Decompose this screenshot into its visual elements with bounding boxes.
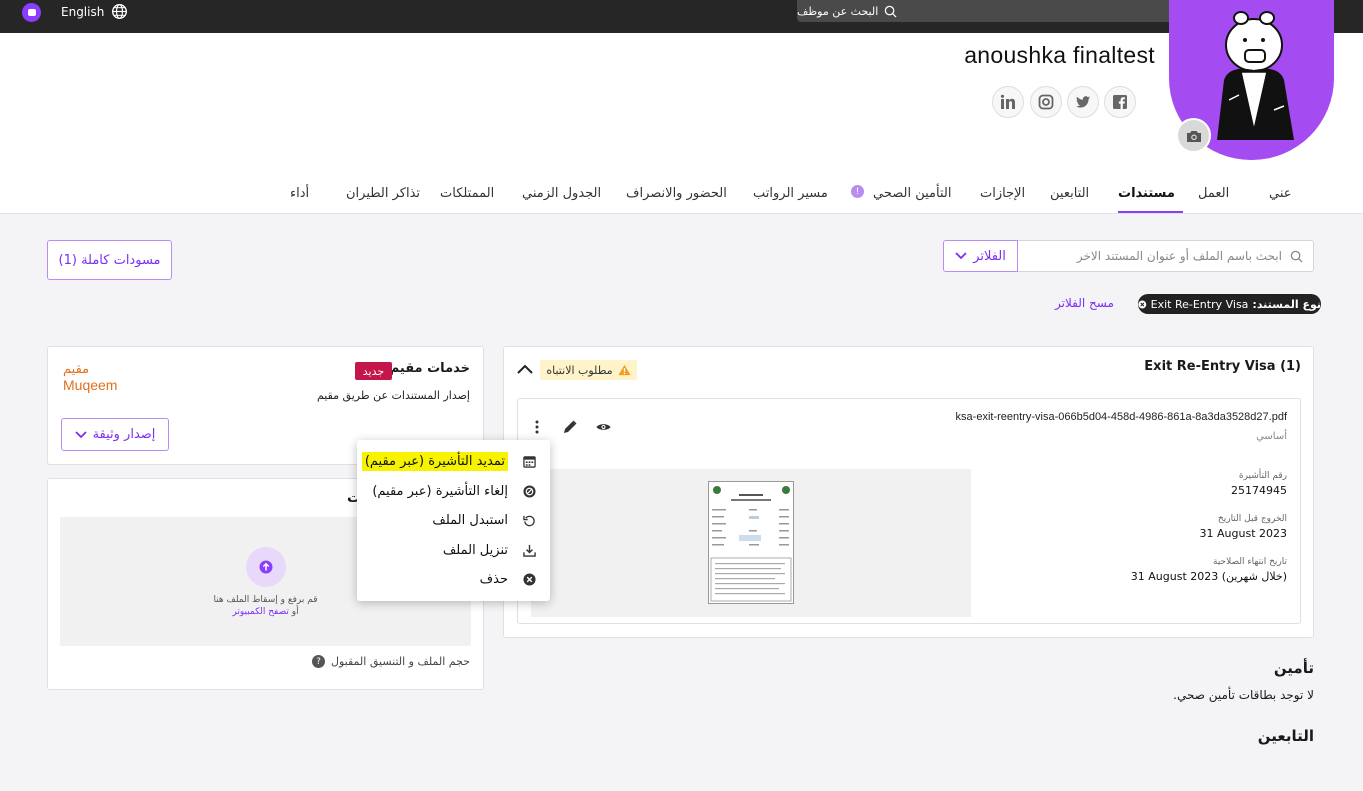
visa-number-label: رقم التأشيرة [1238,471,1287,481]
issue-document-button[interactable]: إصدار وثيقة [61,418,169,451]
employee-search-placeholder: البحث عن موظف [797,4,879,18]
more-options-icon[interactable] [528,418,546,436]
menu-item-download-file-label: تنزيل الملف [442,543,508,558]
search-icon [1290,250,1303,263]
tab-job[interactable]: العمل [1198,186,1229,201]
visa-number-value: 25174945 [1231,484,1287,497]
muqeem-title: خدمات مقيم [389,361,470,376]
calendar-icon [522,455,536,469]
tab-payroll[interactable]: مسير الرواتب [753,186,828,201]
camera-icon [1186,130,1201,142]
browse-computer-link[interactable]: تصفح الكمبيوتر [232,607,289,617]
filter-chip-key: نوع المستند: [1252,297,1321,311]
filters-label: الفلاتر [973,248,1006,264]
filter-chip-document-type: نوع المستند: Exit Re-Entry Visa [1138,294,1321,314]
exit-before-value: 31 August 2023 [1199,527,1287,540]
remove-filter-icon[interactable] [1138,299,1147,310]
filter-chip-value: Exit Re-Entry Visa [1150,297,1249,311]
menu-item-extend-visa-label: تمديد التأشيرة (عبر مقيم) [361,452,508,471]
menu-item-cancel-visa-label: إلغاء التأشيرة (عبر مقيم) [372,484,508,499]
muqeem-logo: مقيم Muqeem [63,362,117,393]
insurance-heading: تأمين [1273,659,1314,677]
replace-icon [522,514,536,528]
change-photo-button[interactable] [1176,118,1211,153]
menu-item-replace-file[interactable]: استبدل الملف [357,506,550,535]
expiry-date-label: تاريخ انتهاء الصلاحية [1213,557,1287,567]
help-icon[interactable]: ? [312,655,325,668]
attention-badge: مطلوب الانتباه [540,360,637,380]
tab-dependents[interactable]: التابعين [1050,186,1089,201]
delete-icon [522,573,536,587]
muqeem-subtitle: إصدار المستندات عن طريق مقيم [316,389,470,402]
attention-label: مطلوب الانتباه [546,363,613,377]
warning-icon [618,364,631,376]
document-type-label: أساسي [1256,431,1287,442]
tab-documents[interactable]: مستندات [1118,186,1175,201]
tab-about[interactable]: عني [1269,186,1292,201]
facebook-icon[interactable] [1104,86,1136,118]
document-search-placeholder: ابحث باسم الملف أو عنوان المستند الاخر [1076,249,1282,263]
document-group-title: Exit Re-Entry Visa (1) [1144,359,1301,374]
instagram-icon[interactable] [1030,86,1062,118]
document-context-menu: تمديد التأشيرة (عبر مقيم) إلغاء التأشيرة… [357,440,550,601]
view-icon[interactable] [594,418,612,436]
document-thumbnail[interactable] [708,481,794,604]
upload-or-text: أو [291,607,299,617]
chat-app-icon[interactable] [22,3,41,22]
search-icon [885,5,897,18]
insurance-empty-text: لا توجد بطاقات تأمين صحي. [1173,688,1314,702]
menu-item-delete-label: حذف [479,572,508,587]
tab-flight-tickets[interactable]: تذاكر الطيران [346,186,420,201]
upload-icon[interactable] [246,547,286,587]
linkedin-icon[interactable] [992,86,1024,118]
tab-health-insurance[interactable]: التأمين الصحي [873,186,951,201]
active-tab-indicator [1118,211,1183,213]
file-size-hint: حجم الملف و التنسيق المقبول ? [312,655,470,668]
clear-filters-link[interactable]: مسح الفلاتر [1055,296,1114,310]
menu-item-download-file[interactable]: تنزيل الملف [357,536,550,565]
muqeem-logo-en: Muqeem [63,377,118,393]
document-filename[interactable]: ksa-exit-reentry-visa-066b5d04-458d-4986… [956,411,1287,423]
language-label: English [61,4,105,19]
menu-item-delete[interactable]: حذف [357,565,550,594]
tab-leaves[interactable]: الإجازات [980,186,1025,201]
issue-document-label: إصدار وثيقة [92,427,156,442]
chevron-down-icon [74,430,87,438]
expiry-date-value: 31 August 2023 (خلال شهرين) [1130,570,1287,583]
edit-icon[interactable] [561,418,579,436]
tab-timesheet[interactable]: الجدول الزمني [522,186,601,201]
employee-name: anoushka finaltest [964,42,1155,68]
new-badge: جديد [355,362,392,380]
download-icon [522,544,536,558]
complete-drafts-button[interactable]: مسودات كاملة (1) [47,240,172,280]
document-search-input[interactable]: ابحث باسم الملف أو عنوان المستند الاخر [1017,240,1314,272]
exit-before-label: الخروج قبل التاريخ [1217,514,1287,524]
tab-attendance[interactable]: الحضور والانصراف [626,186,727,201]
tab-assets[interactable]: الممتلكات [440,186,494,201]
cancel-circle-icon [522,485,536,499]
filters-button[interactable]: الفلاتر [943,240,1018,272]
twitter-icon[interactable] [1067,86,1099,118]
tab-performance[interactable]: أداء [290,186,309,201]
menu-item-extend-visa[interactable]: تمديد التأشيرة (عبر مقيم) [357,447,550,476]
file-size-hint-text: حجم الملف و التنسيق المقبول [331,655,470,668]
collapse-chevron-icon[interactable] [517,363,533,375]
menu-item-replace-file-label: استبدل الملف [432,513,508,528]
menu-item-cancel-visa[interactable]: إلغاء التأشيرة (عبر مقيم) [357,477,550,506]
muqeem-logo-ar: مقيم [63,362,90,377]
chevron-down-icon [955,252,967,260]
alert-dot-icon: ! [851,185,864,198]
language-switcher[interactable]: English [61,3,128,20]
globe-icon [112,4,128,19]
dependents-heading: التابعين [1257,727,1314,745]
